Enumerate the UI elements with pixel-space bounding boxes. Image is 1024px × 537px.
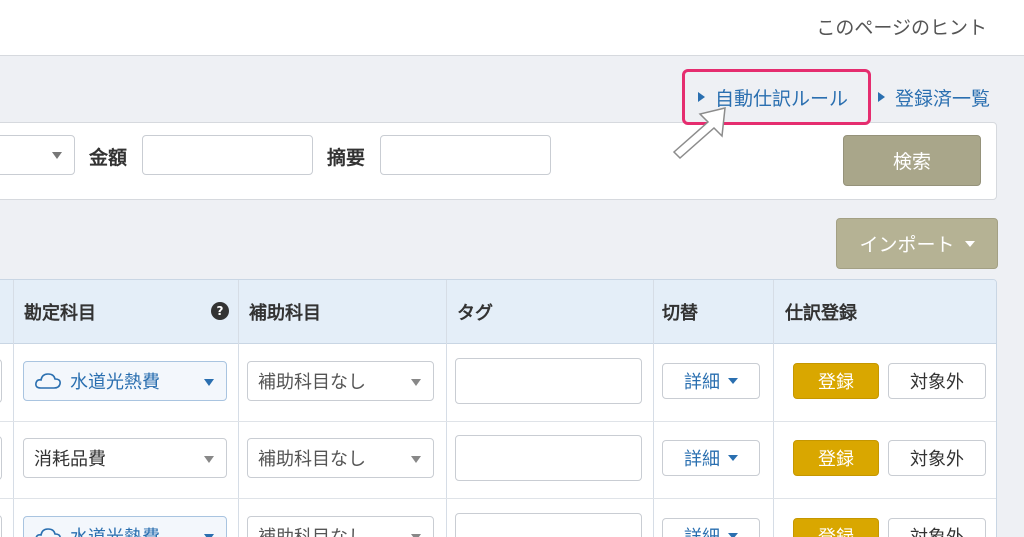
exclude-button[interactable]: 対象外 xyxy=(888,440,986,476)
triangle-right-icon xyxy=(878,92,885,102)
tag-input[interactable] xyxy=(455,435,642,481)
detail-toggle-button[interactable]: 詳細 xyxy=(662,440,760,476)
caret-down-icon xyxy=(204,456,214,463)
row-stub xyxy=(0,515,2,537)
caret-down-icon xyxy=(411,456,421,463)
detail-label: 詳細 xyxy=(684,372,720,393)
account-value: 水道光熱費 xyxy=(70,372,160,393)
account-select[interactable]: 水道光熱費 xyxy=(23,516,227,537)
register-button[interactable]: 登録 xyxy=(793,363,879,399)
caret-down-icon xyxy=(728,533,738,537)
tag-input[interactable] xyxy=(455,513,642,537)
amount-label: 金額 xyxy=(89,147,128,169)
cloud-icon xyxy=(35,373,61,389)
table-header: 勘定科目 ? 補助科目 タグ 切替 仕訳登録 xyxy=(0,280,996,344)
caret-down-icon xyxy=(728,378,738,384)
detail-toggle-button[interactable]: 詳細 xyxy=(662,518,760,537)
tag-input[interactable] xyxy=(455,358,642,404)
search-button[interactable]: 検索 xyxy=(843,135,981,186)
header-tag: タグ xyxy=(457,303,493,324)
registered-list-link[interactable]: 登録済一覧 xyxy=(878,84,990,111)
header-sub-account: 補助科目 xyxy=(249,303,321,324)
sub-account-value: 補助科目なし xyxy=(258,523,366,537)
row-stub xyxy=(0,359,2,403)
import-button[interactable]: インポート xyxy=(836,218,998,269)
caret-down-icon xyxy=(204,379,214,386)
row-stub xyxy=(0,436,2,480)
row-divider xyxy=(0,498,996,499)
sub-account-value: 補助科目なし xyxy=(258,449,366,470)
amount-input[interactable] xyxy=(142,135,313,175)
caret-down-icon xyxy=(52,152,62,159)
header-toggle: 切替 xyxy=(662,303,698,324)
caret-down-icon xyxy=(964,240,975,247)
account-select[interactable]: 水道光熱費 xyxy=(23,361,227,401)
register-button[interactable]: 登録 xyxy=(793,440,879,476)
account-value: 消耗品費 xyxy=(34,449,106,470)
caret-down-icon xyxy=(411,379,421,386)
cloud-icon xyxy=(35,528,61,537)
registered-list-label: 登録済一覧 xyxy=(895,88,991,110)
account-value: 水道光熱費 xyxy=(70,523,160,537)
header-register: 仕訳登録 xyxy=(785,303,857,324)
register-button[interactable]: 登録 xyxy=(793,518,879,537)
question-circle-icon[interactable]: ? xyxy=(211,302,229,320)
memo-input[interactable] xyxy=(380,135,551,175)
detail-toggle-button[interactable]: 詳細 xyxy=(662,363,760,399)
memo-label: 摘要 xyxy=(327,147,366,169)
arrow-pointer-icon xyxy=(672,107,726,160)
filter-select[interactable] xyxy=(0,135,75,175)
sub-account-value: 補助科目なし xyxy=(258,372,366,393)
caret-down-icon xyxy=(728,455,738,461)
transactions-table: 勘定科目 ? 補助科目 タグ 切替 仕訳登録 xyxy=(0,279,997,537)
exclude-button[interactable]: 対象外 xyxy=(888,518,986,537)
exclude-button[interactable]: 対象外 xyxy=(888,363,986,399)
row-divider xyxy=(0,421,996,422)
header-account: 勘定科目 xyxy=(24,303,96,324)
detail-label: 詳細 xyxy=(684,523,720,537)
detail-label: 詳細 xyxy=(684,449,720,470)
import-label: インポート xyxy=(859,234,955,256)
page-hint-link[interactable]: このページのヒント xyxy=(816,13,987,40)
top-bar: このページのヒント xyxy=(0,0,1024,56)
account-select[interactable]: 消耗品費 xyxy=(23,438,227,478)
sub-account-select[interactable]: 補助科目なし xyxy=(247,438,434,478)
sub-account-select[interactable]: 補助科目なし xyxy=(247,361,434,401)
sub-account-select[interactable]: 補助科目なし xyxy=(247,516,434,537)
